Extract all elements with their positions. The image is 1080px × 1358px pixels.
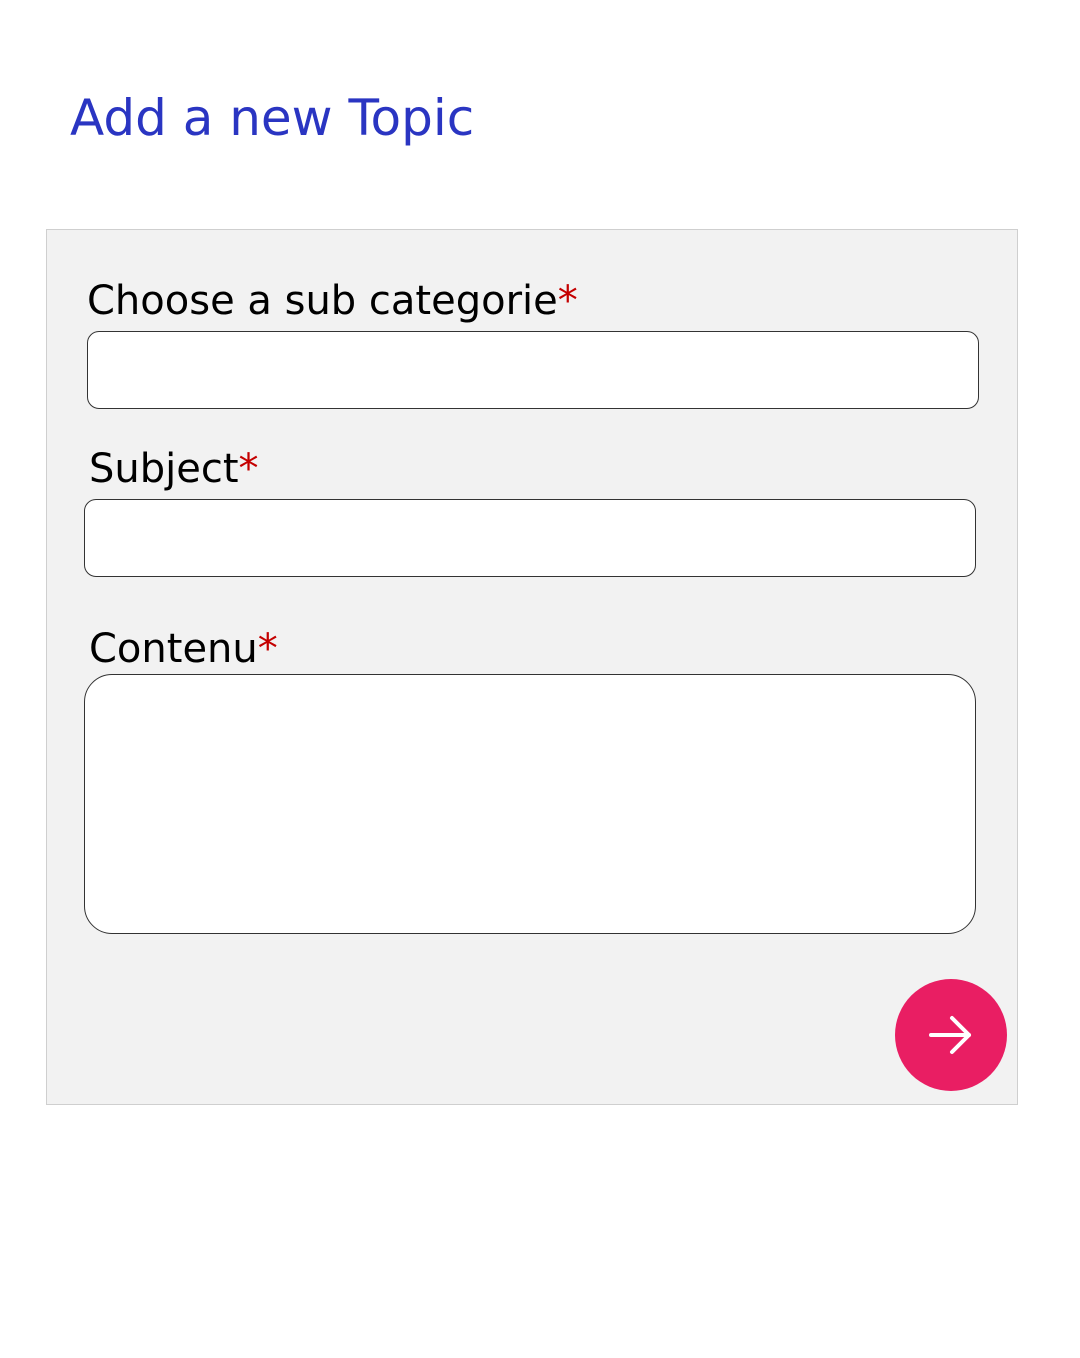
subject-label-text: Subject <box>89 446 239 492</box>
page-title: Add a new Topic <box>70 89 475 147</box>
content-label: Contenu* <box>89 624 278 674</box>
content-label-text: Contenu <box>89 626 258 672</box>
arrow-right-icon <box>929 1016 971 1054</box>
subject-label: Subject* <box>89 444 259 494</box>
subcategory-label: Choose a sub categorie* <box>87 276 578 326</box>
subject-input[interactable] <box>84 499 976 577</box>
submit-button[interactable] <box>895 979 1007 1091</box>
content-textarea[interactable] <box>84 674 976 934</box>
subcategory-required-marker: * <box>557 278 578 324</box>
subject-required-marker: * <box>238 446 259 492</box>
subcategory-label-text: Choose a sub categorie <box>87 278 558 324</box>
new-topic-form: Choose a sub categorie* Subject* Contenu… <box>46 229 1018 1105</box>
subcategory-input[interactable] <box>87 331 979 409</box>
content-required-marker: * <box>257 626 278 672</box>
